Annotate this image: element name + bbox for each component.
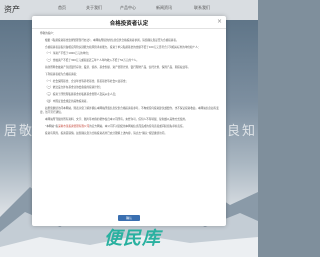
nav-item-news[interactable]: 新闻资讯: [156, 5, 172, 11]
nav-item-contact[interactable]: 联系我们: [194, 5, 210, 11]
paragraph: 前款所称金融资产包括银行存款、股票、债券、基金份额、资产管理计划、银行理财产品、…: [45, 65, 191, 69]
paragraph: 本网站所刊载的所有资料、文字、图片等内容的著作权归本公司所有。未经许可，任何人不…: [45, 117, 188, 121]
paragraph: （一）社会保障基金、企业年金等养老基金，慈善基金等社会公益基金；: [45, 79, 128, 83]
company-name: 深圳市某投资管理有限公司: [58, 124, 90, 128]
paragraph-company: “本网站”指深圳市某投资管理有限公司的官方网站。本公司不对因使用本网站信息而造成…: [40, 125, 220, 129]
company-prefix: “本网站”指: [45, 124, 59, 128]
modal-body: 尊敬的客户： 根据《私募投资基金监督管理暂行办法》，本网站所提供的信息仅供合格投…: [40, 32, 220, 212]
company-suffix: 的官方网站。本公司不对因使用本网站信息而造成的任何直接或间接损失承担责任。: [89, 124, 186, 128]
close-icon[interactable]: ×: [217, 18, 222, 25]
modal-title: 合格投资者认定: [109, 21, 149, 27]
watermark-logo: 便民库: [104, 228, 161, 249]
paragraph: 合格投资者是指具备相应风险识别能力和风险承担能力，投资于单只私募基金的金额不低于…: [45, 45, 201, 49]
site-logo[interactable]: 资产: [4, 4, 20, 15]
paragraph: （一）净资产不低于1000万元的单位；: [45, 52, 91, 56]
nav-item-about[interactable]: 关于我们: [86, 5, 102, 11]
nav-item-home[interactable]: 首页: [58, 5, 66, 11]
paragraph: 根据《私募投资基金监督管理暂行办法》，本网站所提供的信息仅供合格投资者参阅，请您…: [45, 38, 179, 42]
qualified-investor-modal: 合格投资者认定 × 尊敬的客户： 根据《私募投资基金监督管理暂行办法》，本网站所…: [32, 16, 226, 226]
modal-divider: [32, 28, 226, 29]
modal-footer: 确认: [32, 204, 226, 223]
paragraph: 投资有风险，投资需谨慎。如您确认您为合格投资者并已充分理解上述内容，请点击“确认…: [45, 131, 167, 135]
confirm-button[interactable]: 确认: [117, 215, 140, 221]
nav-item-products[interactable]: 产品中心: [120, 5, 136, 11]
hero-text-left: 居敬: [4, 124, 35, 139]
paragraph: （四）中国证监会规定的其他投资者。: [45, 99, 90, 103]
paragraph: 下列投资者视为合格投资者：: [45, 72, 79, 76]
paragraph: （二）金融资产不低于300万元或者最近三年个人年均收入不低于50万元的个人。: [45, 59, 139, 63]
greeting: 尊敬的客户：: [40, 32, 56, 35]
paragraph: 如果您继续访问本网站，则表示您了解并确认本网站所载信息仅供合格投资者参考，不构成…: [40, 106, 219, 115]
paragraph: （二）依法设立并在基金业协会备案的投资计划；: [45, 86, 103, 90]
paragraph: （三）投资于所管理私募基金的私募基金管理人及其从业人员；: [45, 93, 118, 97]
